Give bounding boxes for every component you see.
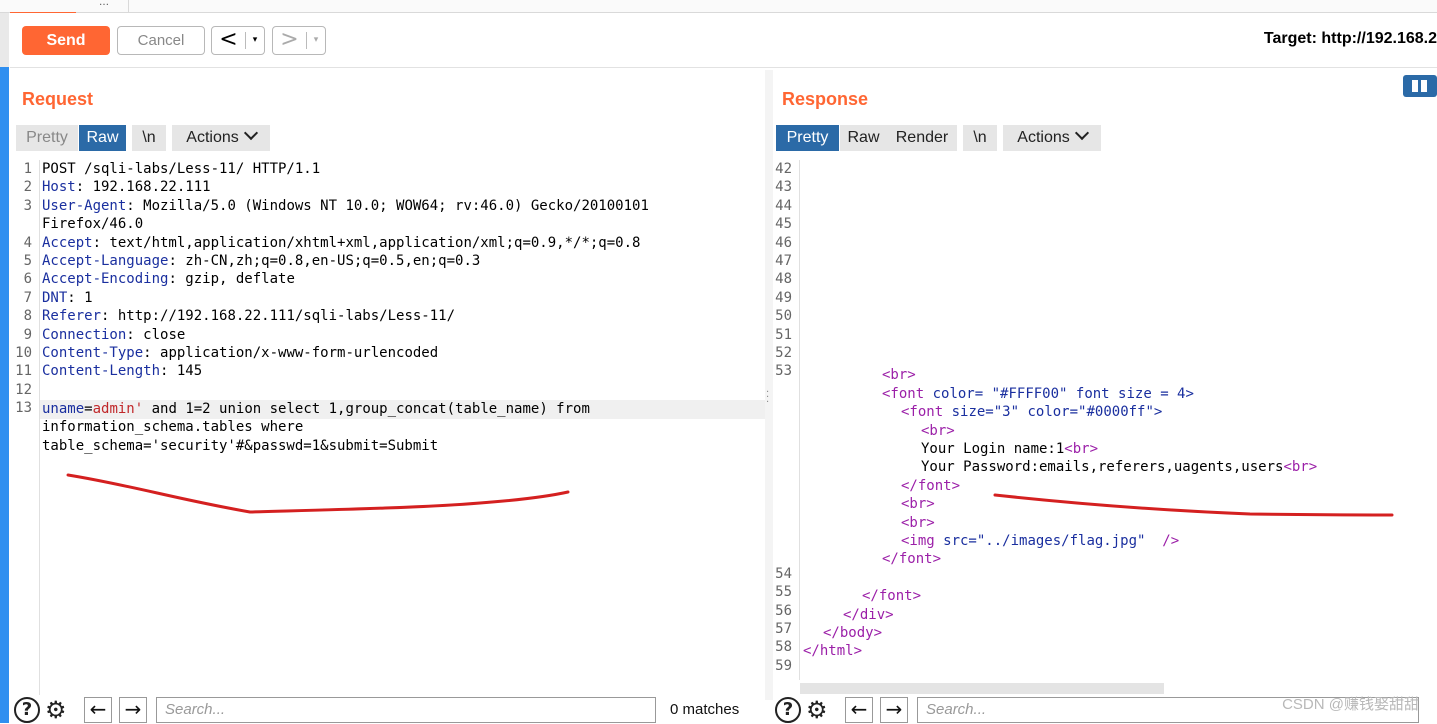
gear-icon[interactable]: ⚙ [45,697,67,723]
request-underline-stroke [66,473,570,514]
next-match-icon[interactable]: → [880,697,908,723]
previous-match-icon[interactable]: ← [845,697,873,723]
help-icon[interactable]: ? [775,697,801,723]
next-match-icon[interactable]: → [119,697,147,723]
watermark-text: CSDN @赚钱娶甜甜 [1282,696,1419,713]
gear-icon[interactable]: ⚙ [806,697,828,723]
request-match-count: 0 matches [670,701,740,718]
annotation-strokes [66,473,1394,517]
help-icon[interactable]: ? [14,697,40,723]
response-underline-stroke [993,493,1394,517]
request-search-input[interactable]: Search... [156,697,656,723]
previous-match-icon[interactable]: ← [84,697,112,723]
